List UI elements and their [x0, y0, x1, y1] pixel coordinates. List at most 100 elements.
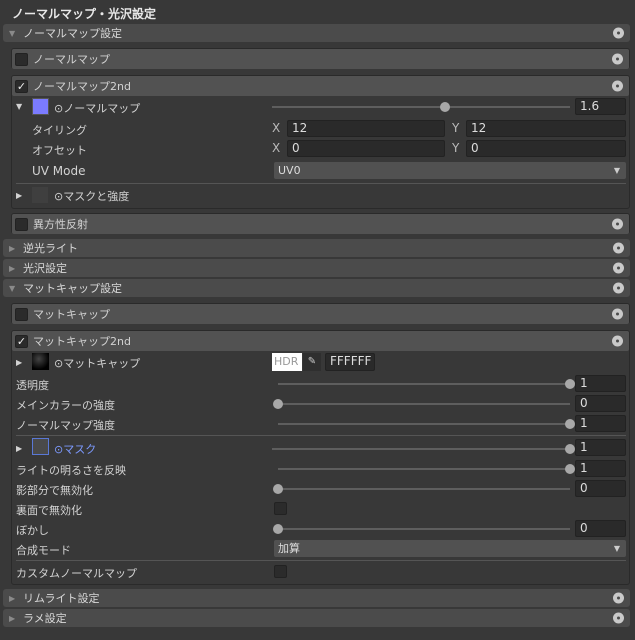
slider-value-input[interactable]: 0	[575, 480, 626, 497]
slider-track[interactable]	[273, 484, 570, 494]
section-backlight[interactable]: ▶ 逆光ライト	[3, 239, 630, 257]
normal-map-2nd-label: ノーマルマップ2nd	[33, 80, 131, 93]
matcap-checkbox[interactable]	[15, 307, 28, 321]
gear-icon[interactable]	[613, 242, 624, 254]
slider-track[interactable]	[278, 419, 575, 429]
blur-value-input[interactable]: 0	[575, 520, 626, 537]
x-label: X	[272, 121, 281, 135]
matcap-texture-label: ⊙マットキャップ	[54, 357, 141, 370]
matcap-texture-thumbnail[interactable]	[32, 353, 49, 370]
offset-label: オフセット	[32, 144, 87, 157]
matcap-2nd-box: ✓ マットキャップ2nd ▶ ⊙マットキャップ HDR ✎ FFFFFF 透明度 …	[11, 330, 630, 585]
normal-map-checkbox[interactable]	[15, 52, 28, 66]
gear-icon[interactable]	[612, 308, 623, 320]
offset-x-input[interactable]: 0	[287, 140, 445, 157]
normal-map-2nd-header[interactable]: ✓ ノーマルマップ2nd	[12, 76, 629, 96]
divider	[16, 183, 626, 184]
strength-input[interactable]: 1.6	[575, 98, 626, 115]
section-gloss[interactable]: ▶ 光沢設定	[3, 259, 630, 277]
custom-normal-checkbox[interactable]	[274, 565, 287, 578]
expand-triangle-icon: ▶	[9, 263, 16, 273]
anisotropy-label: 異方性反射	[33, 218, 88, 231]
uv-mode-dropdown[interactable]: UV0	[274, 162, 626, 179]
mask-value-input[interactable]: 1	[575, 439, 626, 456]
uv-mode-label: UV Mode	[32, 164, 86, 178]
hdr-color-swatch[interactable]: HDR	[272, 353, 302, 371]
gear-icon[interactable]	[612, 53, 623, 65]
expand-triangle-icon[interactable]: ▶	[16, 358, 24, 367]
normal-texture-label: ⊙ノーマルマップ	[54, 102, 141, 115]
anisotropy-checkbox[interactable]	[15, 217, 28, 231]
panel-title: ノーマルマップ・光沢設定	[12, 7, 157, 21]
section-normal-settings[interactable]: ▼ ノーマルマップ設定	[3, 24, 630, 42]
gear-icon[interactable]	[613, 27, 624, 39]
normal-map-2nd-checkbox[interactable]: ✓	[15, 79, 28, 93]
section-rimlight[interactable]: ▶ リムライト設定	[3, 589, 630, 607]
y-label: Y	[452, 141, 460, 155]
slider-thumb[interactable]	[273, 524, 283, 534]
gear-icon[interactable]	[613, 592, 624, 604]
slider-thumb[interactable]	[273, 399, 283, 409]
anisotropy-header[interactable]: 異方性反射	[12, 214, 629, 234]
slider-thumb[interactable]	[439, 102, 450, 112]
anisotropy-box: 異方性反射	[11, 213, 630, 234]
slider-thumb[interactable]	[565, 464, 575, 474]
expand-triangle-icon: ▶	[9, 593, 16, 603]
slider-value-input[interactable]: 1	[575, 415, 626, 432]
slider-value-input[interactable]: 0	[575, 395, 626, 412]
slider-row-label: ノーマルマップ強度	[16, 419, 115, 432]
slider-track[interactable]	[278, 464, 575, 474]
mask-slider[interactable]	[272, 444, 575, 454]
slider-value-input[interactable]: 1	[575, 375, 626, 392]
gear-icon[interactable]	[612, 335, 623, 347]
matcap-2nd-header[interactable]: ✓ マットキャップ2nd	[12, 331, 629, 351]
slider-row-label: メインカラーの強度	[16, 399, 115, 412]
slider-thumb[interactable]	[565, 444, 575, 454]
x-label: X	[272, 141, 281, 155]
slider-thumb[interactable]	[273, 484, 283, 494]
divider	[16, 435, 626, 436]
mask-texture-thumbnail[interactable]	[32, 187, 48, 203]
normal-map-header[interactable]: ノーマルマップ	[12, 49, 629, 69]
expand-triangle-icon[interactable]: ▶	[16, 191, 24, 200]
expand-triangle-icon[interactable]: ▶	[16, 444, 24, 453]
gear-icon[interactable]	[613, 262, 624, 274]
expand-triangle-icon[interactable]: ▼	[16, 102, 24, 111]
gear-icon[interactable]	[612, 80, 623, 92]
slider-thumb[interactable]	[565, 379, 575, 389]
matcap-label: マットキャップ	[33, 308, 110, 321]
slider-row-label: 影部分で無効化	[16, 484, 93, 497]
slider-thumb[interactable]	[565, 419, 575, 429]
mask-label: ⊙マスクと強度	[54, 190, 130, 203]
eyedropper-icon[interactable]: ✎	[303, 353, 321, 371]
normal-texture-thumbnail[interactable]	[32, 98, 49, 115]
tiling-x-input[interactable]: 12	[287, 120, 445, 137]
slider-track[interactable]	[278, 379, 575, 389]
y-label: Y	[452, 121, 460, 135]
gear-icon[interactable]	[612, 218, 623, 230]
strength-slider[interactable]	[272, 102, 570, 112]
matcap-2nd-checkbox[interactable]: ✓	[15, 334, 28, 348]
blur-slider[interactable]	[273, 524, 570, 534]
blur-label: ぼかし	[16, 524, 49, 537]
expand-triangle-icon: ▶	[9, 613, 16, 623]
tiling-y-input[interactable]: 12	[466, 120, 626, 137]
slider-value-input[interactable]: 1	[575, 460, 626, 477]
offset-y-input[interactable]: 0	[466, 140, 626, 157]
normal-map-2nd-box: ✓ ノーマルマップ2nd ▼ ⊙ノーマルマップ 1.6 タイリング X 12 Y …	[11, 75, 630, 209]
blend-mode-dropdown[interactable]: 加算	[274, 540, 626, 557]
color-hex-input[interactable]: FFFFFF	[325, 353, 375, 371]
mask-texture-thumbnail[interactable]	[32, 438, 49, 455]
mask-label: ⊙マスク	[54, 443, 97, 456]
slider-row-label: 透明度	[16, 379, 49, 392]
backface-label: 裏面で無効化	[16, 504, 82, 517]
section-label: リムライト設定	[23, 592, 100, 605]
matcap-header[interactable]: マットキャップ	[12, 304, 629, 324]
section-glitter[interactable]: ▶ ラメ設定	[3, 609, 630, 627]
slider-track[interactable]	[273, 399, 570, 409]
section-label: ラメ設定	[23, 612, 67, 625]
backface-checkbox[interactable]	[274, 502, 287, 515]
section-matcap-settings[interactable]: ▼ マットキャップ設定	[3, 279, 630, 297]
gear-icon[interactable]	[613, 282, 624, 294]
gear-icon[interactable]	[613, 612, 624, 624]
